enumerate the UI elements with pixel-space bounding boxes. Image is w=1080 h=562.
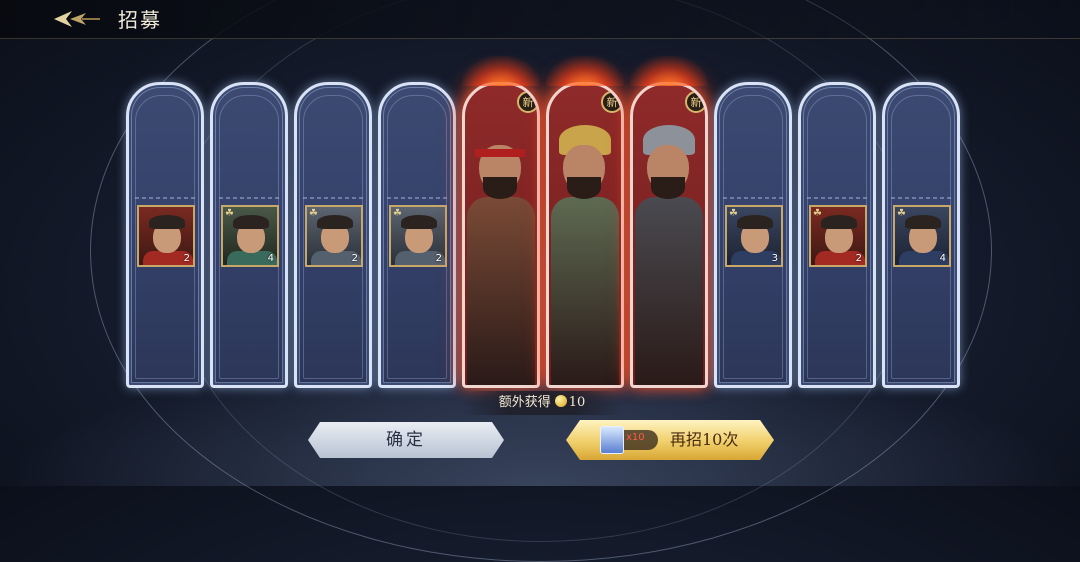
hero-portrait: 2: [137, 205, 195, 267]
hero-card[interactable]: ☘ 2: [378, 82, 456, 388]
cost-amount: x10: [626, 432, 645, 443]
recruit-again-button[interactable]: x10 再招10次: [566, 420, 774, 460]
flame-effect: [630, 56, 708, 86]
hero-full-art: [549, 85, 621, 385]
new-hero-card[interactable]: 新: [462, 82, 540, 388]
hero-portrait: ☘ 2: [809, 205, 867, 267]
flame-effect: [546, 56, 624, 86]
hero-portrait: ☘ 4: [893, 205, 951, 267]
hero-portrait: ☘ 4: [221, 205, 279, 267]
clover-icon: ☘: [813, 208, 822, 219]
top-bar: 招募: [0, 0, 1080, 39]
duplicate-count: 2: [183, 253, 190, 264]
duplicate-count: 4: [939, 253, 946, 264]
extra-reward-amount: 10: [568, 395, 586, 410]
hero-card[interactable]: ☘ 4: [210, 82, 288, 388]
flame-effect: [462, 56, 540, 86]
hero-full-art: [633, 85, 705, 385]
clover-icon: ☘: [897, 208, 906, 219]
new-badge: 新: [685, 91, 705, 113]
hero-card[interactable]: 2: [126, 82, 204, 388]
clover-icon: ☘: [309, 208, 318, 219]
hero-full-art: [465, 85, 537, 385]
hero-portrait: ☘ 3: [725, 205, 783, 267]
clover-icon: ☘: [225, 208, 234, 219]
duplicate-count: 2: [351, 253, 358, 264]
duplicate-count: 3: [771, 253, 778, 264]
clover-icon: ☘: [393, 208, 402, 219]
duplicate-count: 2: [855, 253, 862, 264]
hero-card[interactable]: ☘ 4: [882, 82, 960, 388]
duplicate-count: 2: [435, 253, 442, 264]
new-badge: 新: [601, 91, 621, 113]
new-badge: 新: [517, 91, 537, 113]
confirm-button[interactable]: 确定: [308, 422, 504, 458]
extra-reward-bar: 额外获得 10: [462, 391, 622, 415]
hero-card[interactable]: ☘ 3: [714, 82, 792, 388]
extra-reward-label: 额外获得: [498, 395, 551, 410]
new-hero-card[interactable]: 新: [630, 82, 708, 388]
cost-pill: x10: [606, 430, 658, 450]
duplicate-count: 4: [267, 253, 274, 264]
recruit-again-label: 再招10次: [670, 430, 739, 449]
hero-portrait: ☘ 2: [389, 205, 447, 267]
coin-icon: [554, 395, 567, 407]
hero-portrait: ☘ 2: [305, 205, 363, 267]
recruit-ticket-icon: [600, 426, 624, 454]
hero-card[interactable]: ☘ 2: [798, 82, 876, 388]
back-arrow-icon[interactable]: [52, 8, 102, 30]
clover-icon: ☘: [729, 208, 738, 219]
hero-card[interactable]: ☘ 2: [294, 82, 372, 388]
page-title: 招募: [118, 8, 162, 32]
new-hero-card[interactable]: 新: [546, 82, 624, 388]
